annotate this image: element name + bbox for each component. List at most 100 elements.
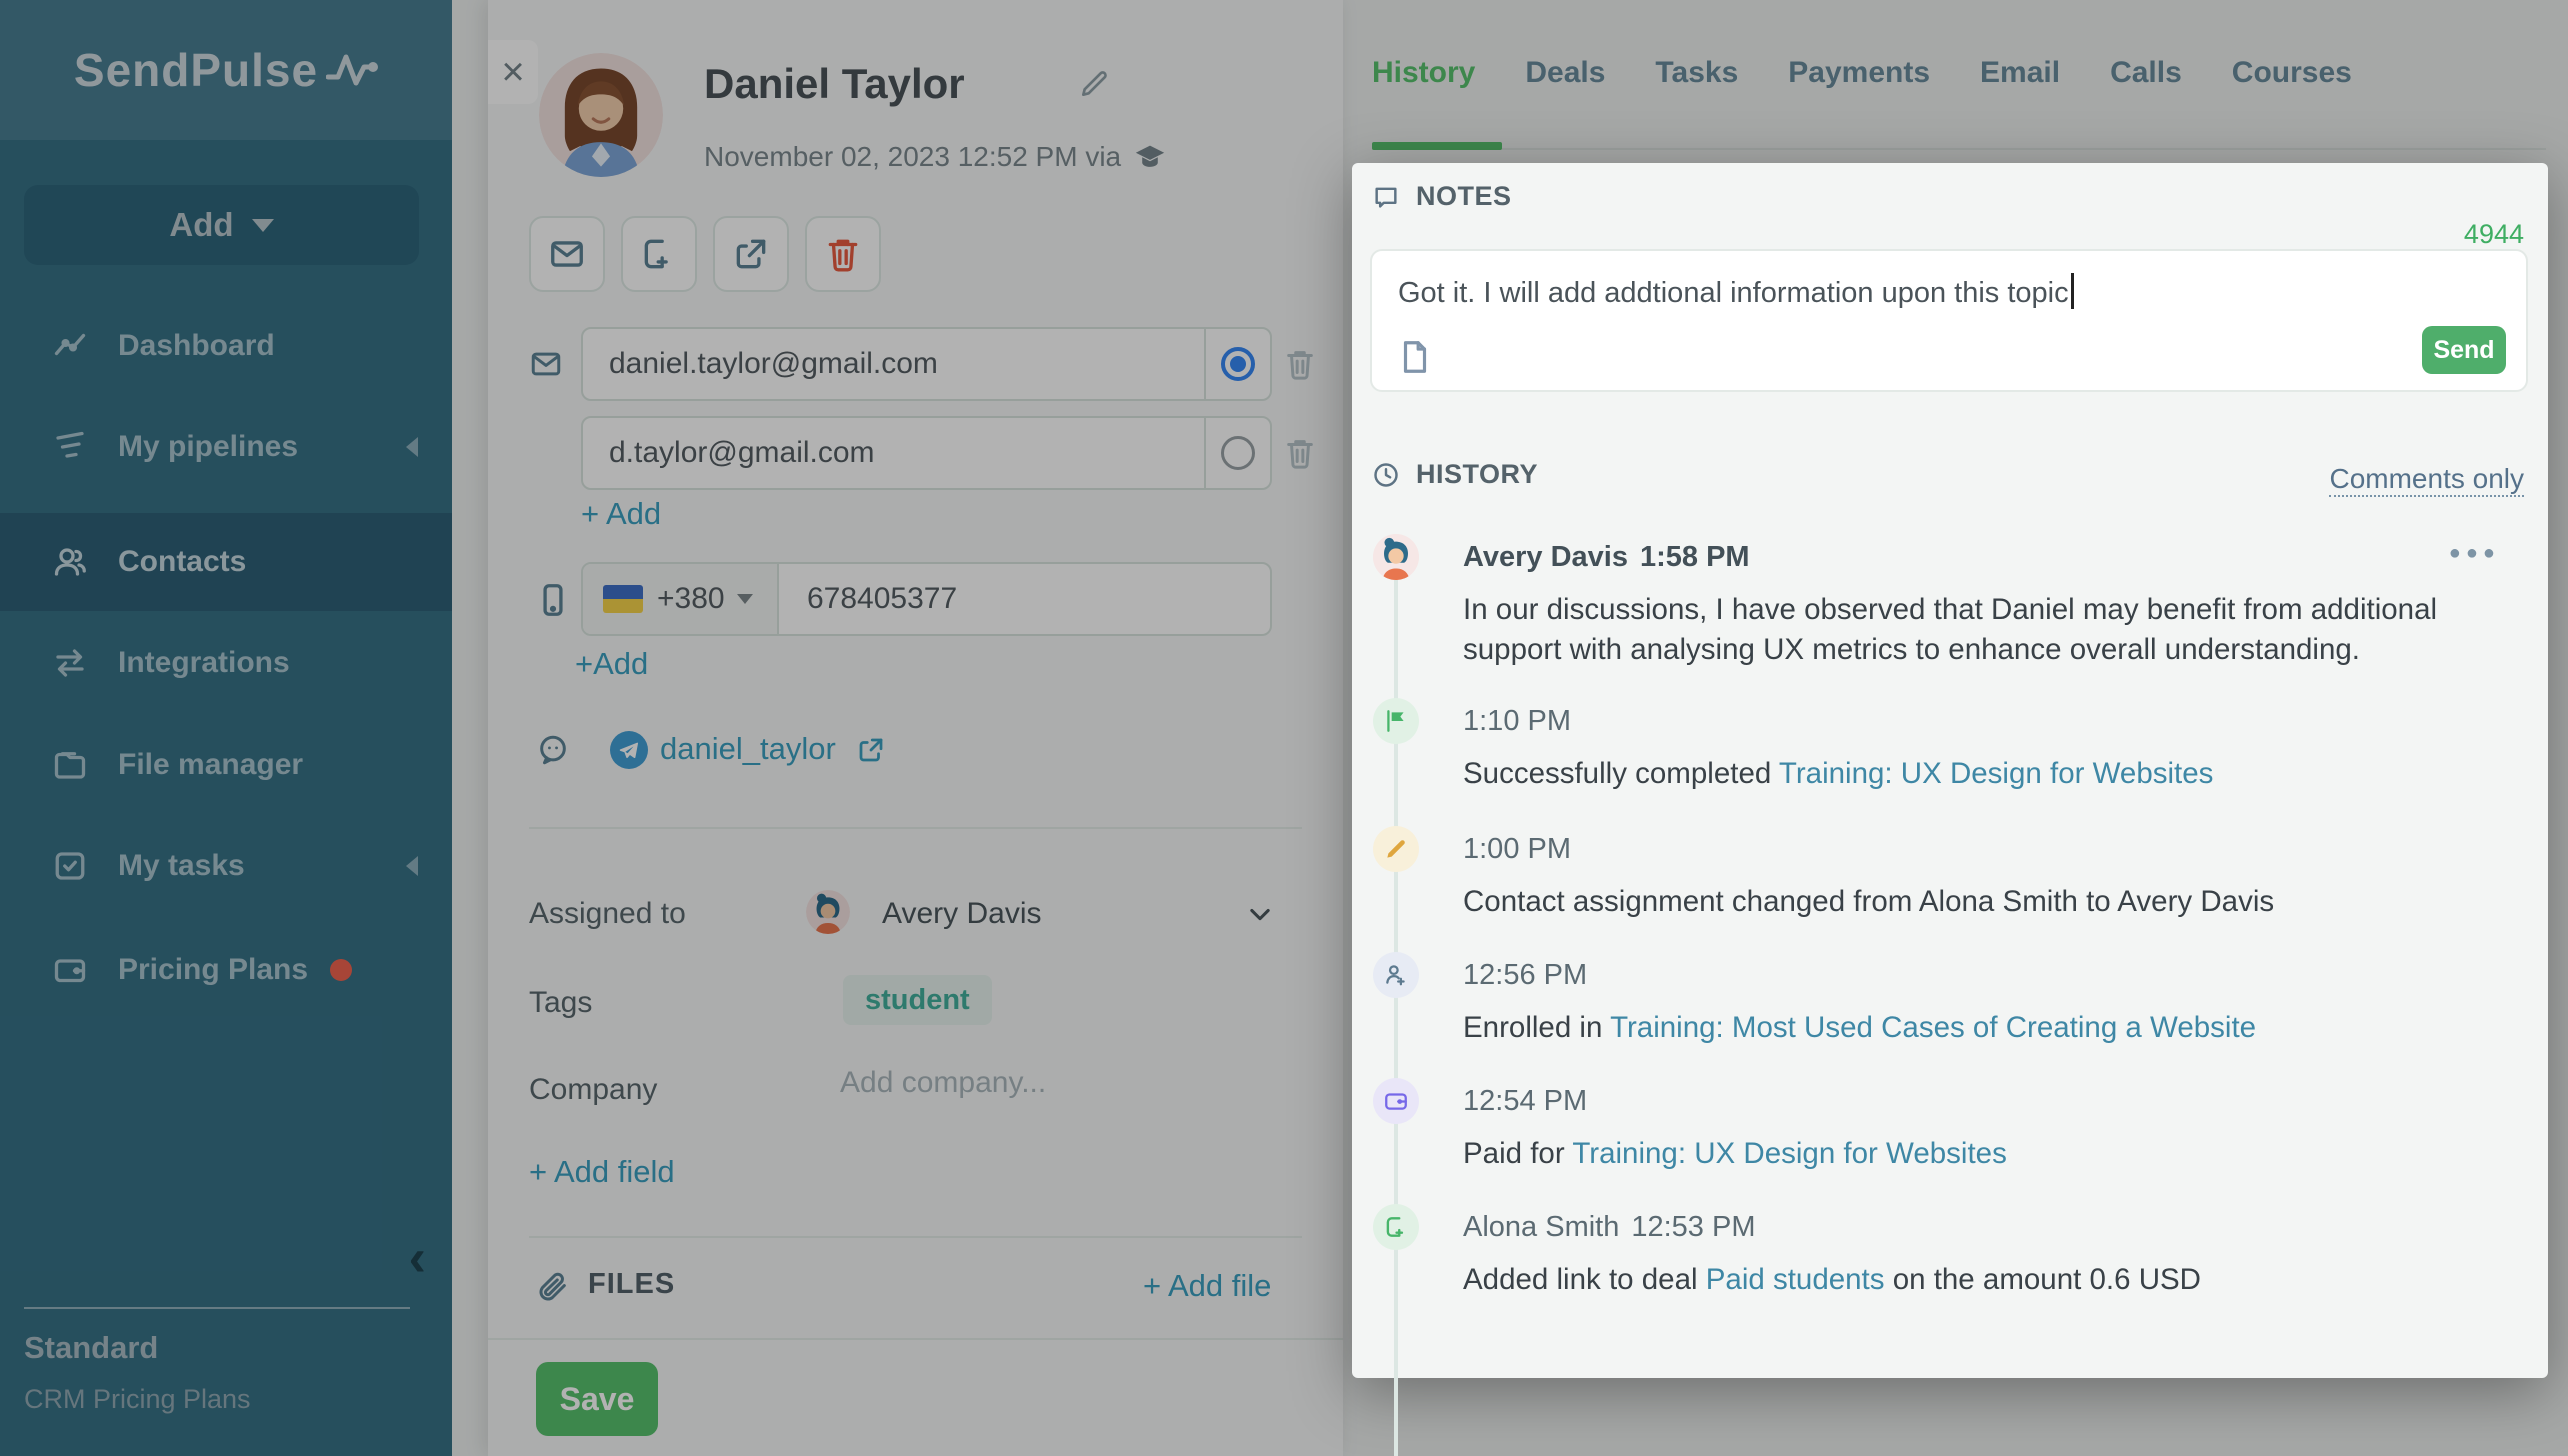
tab-history[interactable]: History [1372,56,1475,90]
entry-text: Enrolled in Training: Most Used Cases of… [1463,1008,2525,1048]
notification-dot [330,959,352,981]
flag-icon [1373,698,1419,744]
entry-time: 12:54 PM [1463,1085,1587,1118]
contact-avatar [539,53,663,177]
logo-text: SendPulse [74,43,318,97]
sidebar-item-pipelines[interactable]: My pipelines [0,412,452,482]
sidebar-logo[interactable]: SendPulse [0,0,452,140]
tab-calls[interactable]: Calls [2110,56,2182,90]
tabs-underline [1372,148,2546,150]
attach-file-icon[interactable] [1396,338,1434,376]
notes-header: NOTES [1372,181,1512,212]
notes-history-panel: NOTES 4944 Got it. I will add addtional … [1352,163,2548,1378]
email-primary-radio[interactable] [1204,329,1270,399]
comments-only-filter[interactable]: Comments only [2329,463,2524,497]
assignee-name[interactable]: Avery Davis [882,897,1042,931]
tags-label: Tags [529,986,592,1020]
contact-add-icon [1373,1204,1419,1250]
close-icon[interactable]: × [488,40,538,104]
entry-time: 1:10 PM [1463,705,1571,738]
entry-author: Avery Davis [1463,541,1628,574]
phone-code: +380 [657,582,725,616]
folder-icon [52,747,88,783]
person-add-icon [1373,952,1419,998]
chevron-down-icon[interactable] [1246,900,1274,928]
tab-tasks[interactable]: Tasks [1655,56,1738,90]
tab-courses[interactable]: Courses [2232,56,2352,90]
chevron-down-icon [252,219,274,232]
contact-tabs: History Deals Tasks Payments Email Calls… [1372,56,2352,90]
email-field-primary [581,327,1272,401]
add-contact-button[interactable] [621,216,697,292]
sidebar-item-dashboard[interactable]: Dashboard [0,311,452,381]
entry-text: Contact assignment changed from Alona Sm… [1463,882,2525,922]
share-button[interactable] [713,216,789,292]
tab-payments[interactable]: Payments [1788,56,1930,90]
add-email-link[interactable]: + Add [581,496,661,532]
note-bubble-icon [1372,183,1400,211]
sidebar-item-pricing-plans[interactable]: Pricing Plans [0,935,452,1005]
chevron-down-icon [737,594,753,604]
tag-chip[interactable]: student [843,975,992,1025]
phone-number-input[interactable] [807,564,1247,634]
sidebar-item-label: Contacts [118,545,246,579]
sidebar-item-label: My pipelines [118,430,298,464]
messenger-icon [536,733,570,767]
sidebar-item-my-tasks[interactable]: My tasks [0,831,452,901]
add-phone-link[interactable]: +Add [575,646,648,682]
telegram-username-link[interactable]: daniel_taylor [660,731,836,767]
add-field-link[interactable]: + Add field [529,1154,675,1190]
entry-time: 1:58 PM [1640,541,1750,574]
clock-icon [1372,461,1400,489]
tab-email[interactable]: Email [1980,56,2060,90]
edit-pencil-icon[interactable] [1078,68,1110,100]
active-tab-indicator [1372,142,1502,150]
section-divider [529,827,1302,829]
entry-text: In our discussions, I have observed that… [1463,590,2525,670]
chevron-left-icon [406,437,418,457]
sidebar-item-contacts[interactable]: Contacts [0,513,452,611]
entry-text: Added link to deal Paid students on the … [1463,1260,2525,1300]
entry-time: 1:00 PM [1463,833,1571,866]
chevron-left-icon [406,856,418,876]
sidebar-item-integrations[interactable]: Integrations [0,628,452,698]
files-label: FILES [588,1268,675,1301]
add-file-link[interactable]: + Add file [1143,1268,1271,1304]
company-input[interactable] [840,1060,1220,1106]
entry-time: 12:53 PM [1631,1211,1755,1244]
email-input[interactable] [609,329,1169,399]
files-divider [529,1236,1302,1238]
external-link-icon[interactable] [856,735,886,765]
delete-contact-button[interactable] [805,216,881,292]
paperclip-icon [536,1270,570,1304]
wallet-icon [52,952,88,988]
email-input[interactable] [609,418,1169,488]
assignee-avatar[interactable] [806,890,850,934]
email-secondary-radio[interactable] [1204,418,1270,488]
email-icon [529,347,563,381]
email-field-secondary [581,416,1272,490]
company-label: Company [529,1073,657,1107]
sidebar-item-label: Integrations [118,646,290,680]
entry-menu-icon[interactable]: ●●● [2449,542,2500,565]
save-button[interactable]: Save [536,1362,658,1436]
ukraine-flag-icon [603,585,643,613]
send-email-button[interactable] [529,216,605,292]
plan-subtitle[interactable]: CRM Pricing Plans [24,1384,251,1415]
sidebar-collapse-icon[interactable]: ‹ [409,1232,426,1284]
note-input-card[interactable]: Got it. I will add addtional information… [1370,249,2528,392]
country-code-select[interactable]: +380 [583,564,779,634]
contact-created-date: November 02, 2023 12:52 PM via [704,140,1167,174]
sidebar-item-file-manager[interactable]: File manager [0,730,452,800]
add-button[interactable]: Add [24,185,419,265]
contact-drawer: × Daniel Taylor November 02, 2023 12:52 … [488,0,1343,1456]
wallet-icon [1373,1078,1419,1124]
tasks-icon [52,848,88,884]
delete-email-icon[interactable] [1283,347,1317,381]
pulse-icon [326,53,378,87]
note-input-text[interactable]: Got it. I will add addtional information… [1398,273,2074,310]
send-note-button[interactable]: Send [2422,326,2506,374]
delete-email-icon[interactable] [1283,436,1317,470]
sidebar-item-label: Pricing Plans [118,953,308,987]
tab-deals[interactable]: Deals [1525,56,1605,90]
